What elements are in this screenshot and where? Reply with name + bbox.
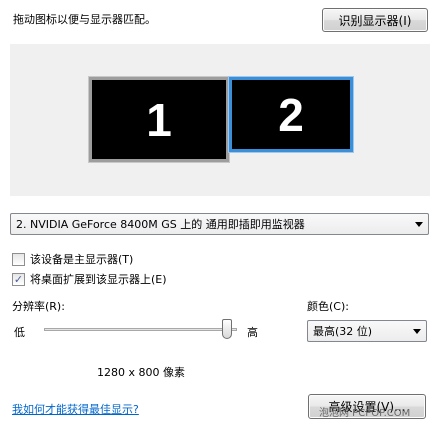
identify-monitors-button[interactable]: 识别显示器(I): [322, 8, 428, 32]
resolution-low-label: 低: [14, 326, 25, 339]
display-select[interactable]: 2. NVIDIA GeForce 8400M GS 上的 通用即插即用监视器: [10, 213, 429, 235]
resolution-slider-track[interactable]: [44, 328, 237, 331]
primary-display-checkbox-row[interactable]: 该设备是主显示器(T): [12, 251, 133, 267]
monitor-arrangement-area: 1 2: [10, 44, 430, 196]
instruction-text: 拖动图标以便与显示器匹配。: [13, 13, 156, 26]
extend-desktop-label: 将桌面扩展到该显示器上(E): [30, 273, 167, 286]
color-label: 颜色(C):: [307, 300, 349, 313]
monitor-2-icon[interactable]: 2: [228, 76, 354, 153]
monitor-2-number: 2: [278, 88, 304, 141]
resolution-high-label: 高: [247, 326, 258, 339]
display-select-value: 2. NVIDIA GeForce 8400M GS 上的 通用即插即用监视器: [16, 218, 305, 231]
chevron-down-icon: [413, 329, 421, 334]
resolution-slider-thumb[interactable]: [222, 319, 232, 339]
color-depth-select[interactable]: 最高(32 位): [307, 320, 427, 342]
display-settings-page: 拖动图标以便与显示器匹配。 识别显示器(I) 1 2 2. NVIDIA GeF…: [0, 0, 441, 425]
resolution-value: 1280 x 800 像素: [97, 366, 185, 379]
color-depth-value: 最高(32 位): [313, 325, 373, 338]
watermark-logo: 泡泡网 PCPOP.COM: [319, 408, 411, 419]
primary-display-checkbox[interactable]: [12, 252, 25, 266]
resolution-label: 分辨率(R):: [12, 300, 65, 313]
monitor-1-icon[interactable]: 1: [88, 76, 230, 163]
primary-display-label: 该设备是主显示器(T): [30, 253, 134, 266]
best-display-help-link[interactable]: 我如何才能获得最佳显示?: [12, 401, 139, 417]
extend-desktop-checkbox-row[interactable]: ✓ 将桌面扩展到该显示器上(E): [12, 271, 167, 287]
chevron-down-icon: [415, 222, 423, 227]
monitor-1-number: 1: [146, 93, 172, 146]
extend-desktop-checkbox[interactable]: ✓: [12, 272, 25, 286]
